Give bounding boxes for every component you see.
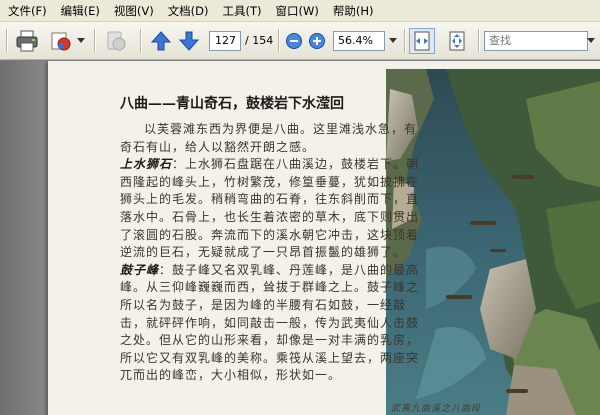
find-input[interactable]: 查找 xyxy=(484,31,588,51)
fit-width-icon xyxy=(414,31,430,51)
toolbar-separator xyxy=(140,29,141,53)
email-icon xyxy=(51,32,71,51)
menu-help[interactable]: 帮助(H) xyxy=(329,0,378,22)
chevron-down-icon xyxy=(389,38,397,43)
guzi-body: ：鼓子峰又名双乳峰、丹莲峰，是八曲的最高峰。从三仰峰巍巍而西，耸拔于群峰之上。鼓… xyxy=(120,262,420,383)
shuishi-paragraph: 上水狮石：上水狮石盘踞在八曲溪边，鼓楼岩下。朝西隆起的峰头上，竹树繁茂，修篁垂蔓… xyxy=(120,156,424,262)
menu-view[interactable]: 视图(V) xyxy=(110,0,158,22)
menu-window[interactable]: 窗口(W) xyxy=(272,0,323,22)
toolbar: 127 / 154 56.4% 查找 xyxy=(0,22,600,60)
article-title: 八曲——青山奇石，鼓楼岩下水滢回 xyxy=(120,96,344,112)
toolbar-grip xyxy=(6,29,7,53)
zoom-dropdown[interactable] xyxy=(386,32,400,50)
menu-bar: 文件(F) 编辑(E) 视图(V) 文档(D) 工具(T) 窗口(W) 帮助(H… xyxy=(0,0,600,22)
chevron-down-icon xyxy=(77,38,85,43)
page-number-input[interactable]: 127 xyxy=(209,31,241,51)
fit-page-button[interactable] xyxy=(444,28,470,54)
zoom-in-icon xyxy=(309,33,325,49)
intro-paragraph: 以芙蓉滩东西为界便是八曲。这里滩浅水急，有奇石有山，给人以豁然开朗之感。 xyxy=(120,122,418,154)
next-page-icon xyxy=(178,31,200,51)
toolbar-separator xyxy=(478,29,479,53)
disabled-tool-icon xyxy=(107,31,126,51)
previous-page-button[interactable] xyxy=(148,28,174,54)
zoom-out-button[interactable] xyxy=(284,28,304,54)
shuishi-heading: 上水狮石 xyxy=(120,157,173,172)
zoom-out-icon xyxy=(286,33,302,49)
menu-file[interactable]: 文件(F) xyxy=(4,0,51,22)
toolbar-separator xyxy=(94,29,95,53)
guzi-paragraph: 鼓子峰：鼓子峰又名双乳峰、丹莲峰，是八曲的最高峰。从三仰峰巍巍而西，耸拔于群峰之… xyxy=(120,262,424,385)
zoom-in-button[interactable] xyxy=(307,28,327,54)
article-text: 八曲——青山奇石，鼓楼岩下水滢回 以芙蓉滩东西为界便是八曲。这里滩浅水急，有奇石… xyxy=(120,93,424,385)
fit-width-button[interactable] xyxy=(409,28,435,54)
fit-page-icon xyxy=(449,31,465,51)
print-icon xyxy=(16,30,38,52)
menu-tools[interactable]: 工具(T) xyxy=(219,0,266,22)
page-total: / 154 xyxy=(245,34,274,47)
menu-edit[interactable]: 编辑(E) xyxy=(57,0,104,22)
workspace-margin xyxy=(0,61,48,415)
chevron-down-icon xyxy=(587,38,595,43)
photo-caption: 武夷九曲溪之八曲段 xyxy=(391,404,482,414)
shuishi-body: ：上水狮石盘踞在八曲溪边，鼓楼岩下。朝西隆起的峰头上，竹树繁茂，修篁垂蔓，犹如披… xyxy=(120,157,420,260)
pdf-reader-window: 文件(F) 编辑(E) 视图(V) 文档(D) 工具(T) 窗口(W) 帮助(H… xyxy=(0,0,600,415)
menu-document[interactable]: 文档(D) xyxy=(164,0,213,22)
print-button[interactable] xyxy=(12,28,42,54)
find-dropdown[interactable] xyxy=(584,32,598,50)
next-page-button[interactable] xyxy=(176,28,202,54)
previous-page-icon xyxy=(150,31,172,51)
guzi-heading: 鼓子峰 xyxy=(120,262,160,277)
email-dropdown[interactable] xyxy=(74,32,88,50)
zoom-level-input[interactable]: 56.4% xyxy=(333,31,385,51)
toolbar-separator xyxy=(404,29,405,53)
email-button[interactable] xyxy=(48,28,74,54)
pdf-page: 武夷九曲溪之八曲段 八曲——青山奇石，鼓楼岩下水滢回 以芙蓉滩东西为界便是八曲。… xyxy=(48,61,600,415)
disabled-tool-button[interactable] xyxy=(102,28,130,54)
toolbar-separator xyxy=(278,29,279,53)
document-viewport[interactable]: 武夷九曲溪之八曲段 八曲——青山奇石，鼓楼岩下水滢回 以芙蓉滩东西为界便是八曲。… xyxy=(0,61,600,415)
